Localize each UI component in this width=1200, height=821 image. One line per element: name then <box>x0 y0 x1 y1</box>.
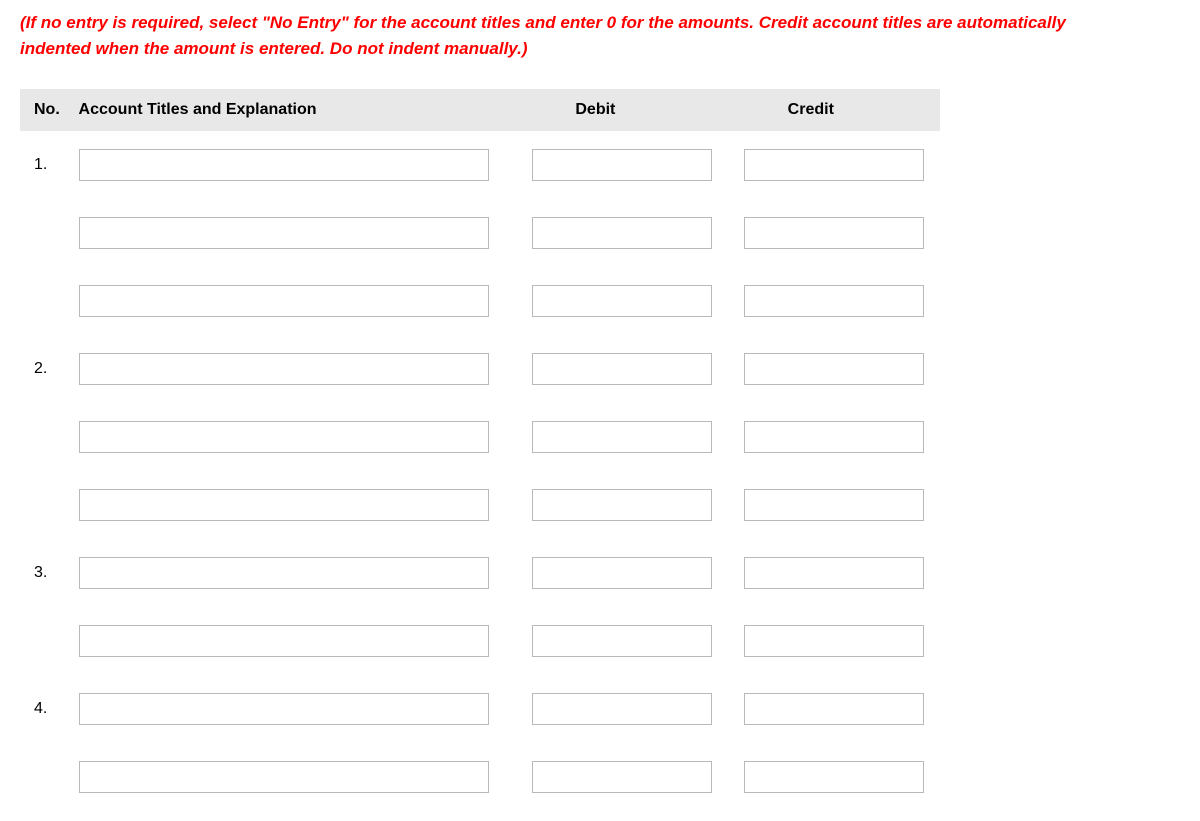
header-account: Account Titles and Explanation <box>71 89 516 131</box>
credit-input[interactable] <box>744 285 924 317</box>
table-row <box>20 607 940 675</box>
row-number <box>20 267 71 335</box>
table-row: 2. <box>20 335 940 403</box>
account-title-input[interactable] <box>79 489 489 521</box>
account-title-input[interactable] <box>79 625 489 657</box>
account-title-input[interactable] <box>79 761 489 793</box>
row-number <box>20 199 71 267</box>
account-title-input[interactable] <box>79 217 489 249</box>
table-row <box>20 403 940 471</box>
debit-input[interactable] <box>532 761 712 793</box>
debit-input[interactable] <box>532 625 712 657</box>
credit-input[interactable] <box>744 693 924 725</box>
credit-input[interactable] <box>744 625 924 657</box>
table-row: 4. <box>20 675 940 743</box>
credit-input[interactable] <box>744 217 924 249</box>
credit-input[interactable] <box>744 149 924 181</box>
table-row: 3. <box>20 539 940 607</box>
debit-input[interactable] <box>532 693 712 725</box>
debit-input[interactable] <box>532 217 712 249</box>
account-title-input[interactable] <box>79 353 489 385</box>
header-credit: Credit <box>728 89 940 131</box>
account-title-input[interactable] <box>79 693 489 725</box>
table-row <box>20 471 940 539</box>
row-number <box>20 743 71 811</box>
credit-input[interactable] <box>744 761 924 793</box>
credit-input[interactable] <box>744 489 924 521</box>
debit-input[interactable] <box>532 421 712 453</box>
account-title-input[interactable] <box>79 557 489 589</box>
credit-input[interactable] <box>744 353 924 385</box>
account-title-input[interactable] <box>79 149 489 181</box>
header-no: No. <box>20 89 71 131</box>
account-title-input[interactable] <box>79 285 489 317</box>
header-debit: Debit <box>515 89 727 131</box>
table-header-row: No. Account Titles and Explanation Debit… <box>20 89 940 131</box>
table-row <box>20 743 940 811</box>
debit-input[interactable] <box>532 285 712 317</box>
row-number: 2. <box>20 335 71 403</box>
debit-input[interactable] <box>532 489 712 521</box>
account-title-input[interactable] <box>79 421 489 453</box>
instruction-text: (If no entry is required, select "No Ent… <box>20 10 1140 61</box>
table-row <box>20 199 940 267</box>
row-number <box>20 403 71 471</box>
credit-input[interactable] <box>744 421 924 453</box>
journal-entry-table: No. Account Titles and Explanation Debit… <box>20 89 940 811</box>
row-number: 4. <box>20 675 71 743</box>
credit-input[interactable] <box>744 557 924 589</box>
debit-input[interactable] <box>532 353 712 385</box>
row-number <box>20 471 71 539</box>
row-number: 3. <box>20 539 71 607</box>
row-number <box>20 607 71 675</box>
row-number: 1. <box>20 131 71 199</box>
debit-input[interactable] <box>532 557 712 589</box>
table-row: 1. <box>20 131 940 199</box>
table-row <box>20 267 940 335</box>
debit-input[interactable] <box>532 149 712 181</box>
